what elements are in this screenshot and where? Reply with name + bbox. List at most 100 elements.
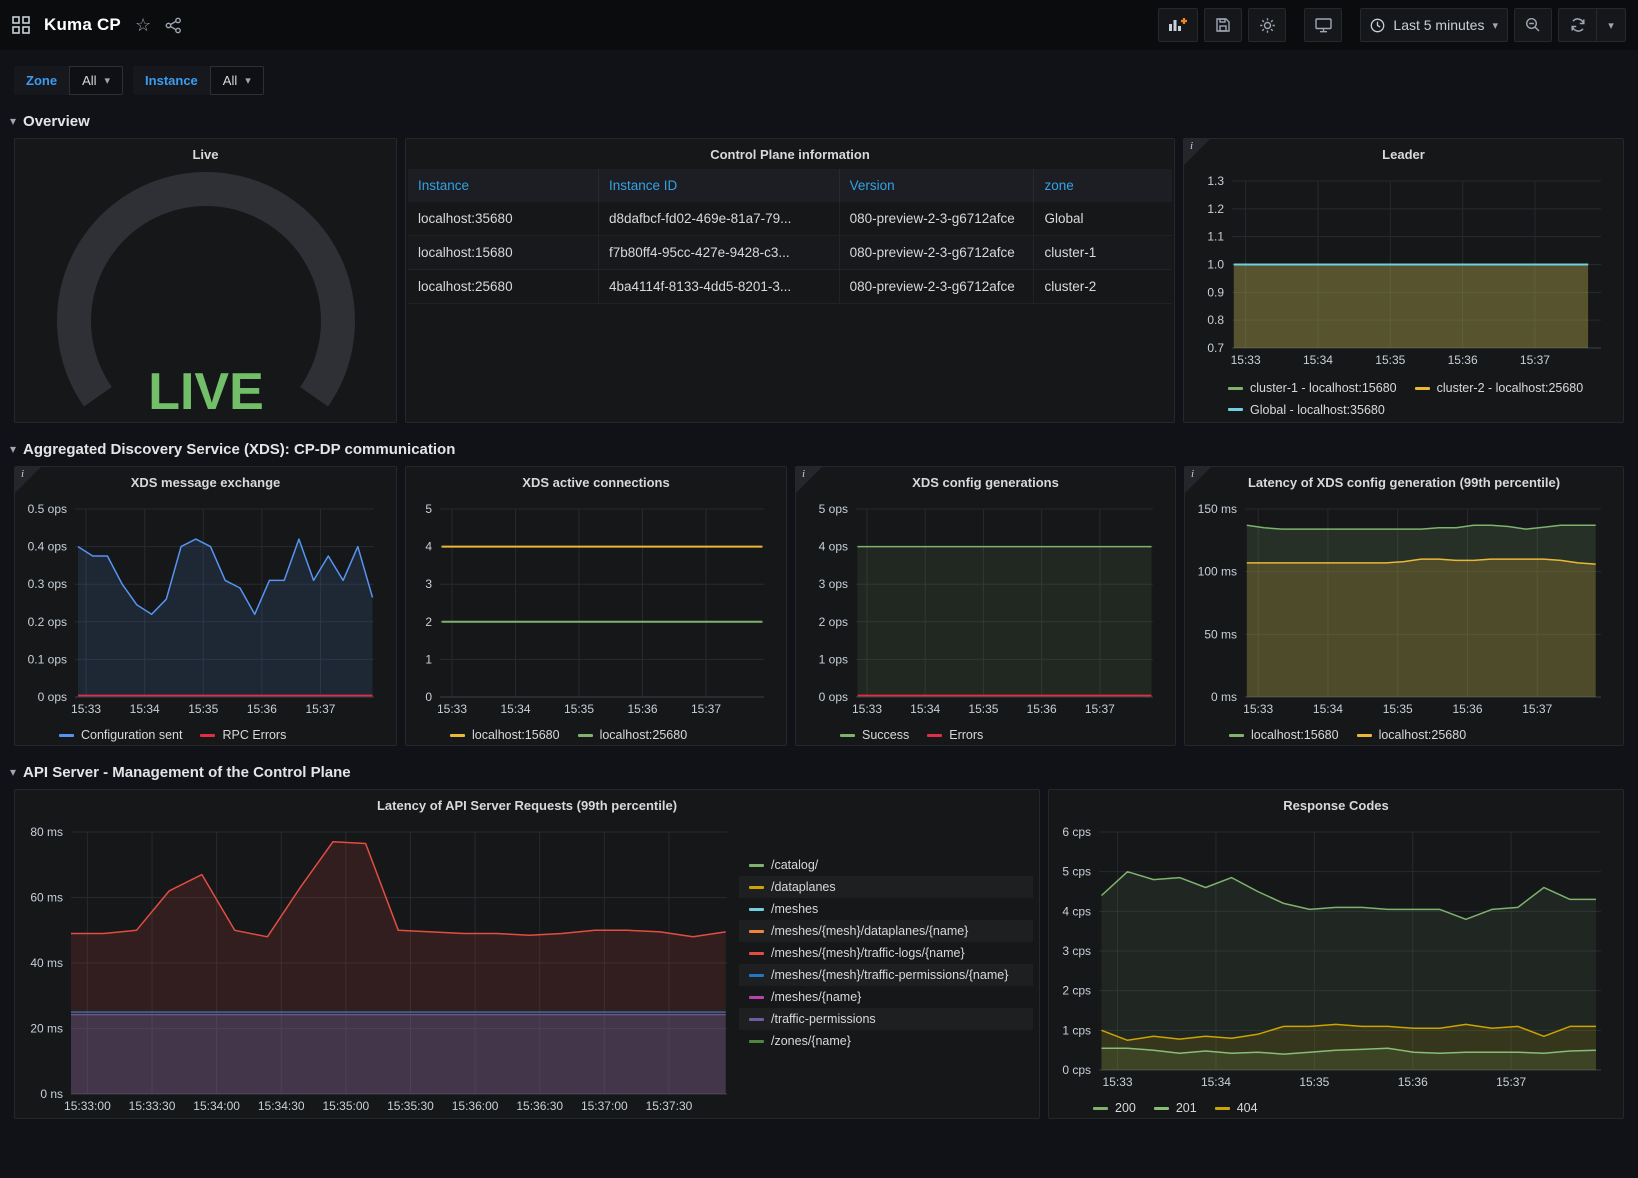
- xds-active-connections-chart[interactable]: 15:3315:3415:3515:3615:37543210: [408, 499, 780, 726]
- column-header[interactable]: Version: [840, 169, 1035, 202]
- legend-item[interactable]: localhost:15680: [1229, 728, 1339, 742]
- legend-item[interactable]: /meshes/{mesh}/dataplanes/{name}: [739, 920, 1033, 942]
- legend-series-label: /dataplanes: [771, 880, 836, 894]
- svg-text:15:34: 15:34: [910, 702, 940, 716]
- legend-series-label: Global - localhost:35680: [1250, 403, 1385, 417]
- refresh-interval-dropdown[interactable]: ▾: [1596, 8, 1626, 42]
- legend-item[interactable]: /catalog/: [739, 854, 1033, 876]
- star-icon[interactable]: ☆: [135, 15, 151, 36]
- column-header[interactable]: Instance ID: [599, 169, 840, 202]
- info-icon[interactable]: i: [1184, 139, 1210, 165]
- svg-text:0.5 ops: 0.5 ops: [28, 502, 67, 516]
- svg-text:15:35: 15:35: [1375, 353, 1405, 367]
- section-api-server[interactable]: ▾ API Server - Management of the Control…: [0, 756, 1638, 789]
- svg-text:1.2: 1.2: [1207, 202, 1224, 216]
- legend-item[interactable]: /zones/{name}: [739, 1030, 1033, 1052]
- panel-title-response-codes[interactable]: Response Codes: [1049, 790, 1623, 820]
- info-icon[interactable]: i: [796, 467, 822, 493]
- column-header[interactable]: zone: [1034, 169, 1172, 202]
- column-header[interactable]: Instance: [408, 169, 599, 202]
- legend-series-label: localhost:15680: [472, 728, 560, 742]
- legend-item[interactable]: Configuration sent: [59, 728, 182, 742]
- legend-item[interactable]: /meshes/{mesh}/traffic-permissions/{name…: [739, 964, 1033, 986]
- svg-text:0 ns: 0 ns: [40, 1087, 63, 1101]
- leader-chart[interactable]: 15:3315:3415:3515:3615:371.31.21.11.00.9…: [1186, 171, 1617, 377]
- legend-item[interactable]: localhost:25680: [1357, 728, 1467, 742]
- legend-item[interactable]: /meshes/{mesh}/traffic-logs/{name}: [739, 942, 1033, 964]
- legend-item[interactable]: RPC Errors: [200, 728, 286, 742]
- legend-series-label: localhost:25680: [600, 728, 688, 742]
- svg-text:15:36: 15:36: [1448, 353, 1478, 367]
- legend-item[interactable]: /meshes/{name}: [739, 986, 1033, 1008]
- info-icon[interactable]: i: [1185, 467, 1211, 493]
- svg-text:0 cps: 0 cps: [1062, 1063, 1091, 1077]
- table-row: localhost:35680d8dafbcf-fd02-469e-81a7-7…: [408, 202, 1172, 236]
- legend-series-label: /meshes/{mesh}/dataplanes/{name}: [771, 924, 968, 938]
- xds-config-generations-chart[interactable]: 15:3315:3415:3515:3615:375 ops4 ops3 ops…: [798, 499, 1169, 726]
- legend-item[interactable]: Errors: [927, 728, 983, 742]
- legend-item[interactable]: Global - localhost:35680: [1228, 403, 1385, 417]
- legend-series-label: Errors: [949, 728, 983, 742]
- panel-title-xds-msg[interactable]: XDS message exchange: [15, 467, 396, 497]
- legend-series-label: /meshes/{mesh}/traffic-logs/{name}: [771, 946, 965, 960]
- apps-grid-icon[interactable]: [12, 16, 30, 34]
- cycle-view-button[interactable]: [1304, 8, 1342, 42]
- panel-title-leader[interactable]: Leader: [1184, 139, 1623, 169]
- table-cell: 080-preview-2-3-g6712afce: [840, 202, 1035, 235]
- svg-text:15:37: 15:37: [1520, 353, 1550, 367]
- svg-text:15:33: 15:33: [71, 702, 101, 716]
- section-xds[interactable]: ▾ Aggregated Discovery Service (XDS): CP…: [0, 433, 1638, 466]
- legend-item[interactable]: cluster-1 - localhost:15680: [1228, 381, 1397, 395]
- legend-item[interactable]: 201: [1154, 1101, 1197, 1115]
- navbar: Kuma CP ☆: [0, 0, 1638, 50]
- save-dashboard-button[interactable]: [1204, 8, 1242, 42]
- xds-message-exchange-chart[interactable]: 15:3315:3415:3515:3615:370.5 ops0.4 ops0…: [17, 499, 390, 726]
- table-row: localhost:15680f7b80ff4-95cc-427e-9428-c…: [408, 236, 1172, 270]
- api-latency-chart[interactable]: 15:33:0015:33:3015:34:0015:34:3015:35:00…: [17, 822, 733, 1119]
- panel-title-xds-active[interactable]: XDS active connections: [406, 467, 786, 497]
- panel-title-xds-latency[interactable]: Latency of XDS config generation (99th p…: [1185, 467, 1623, 497]
- chevron-down-icon: ▾: [105, 74, 111, 87]
- legend-item[interactable]: localhost:25680: [578, 728, 688, 742]
- legend-item[interactable]: 404: [1215, 1101, 1258, 1115]
- legend-series-label: 201: [1176, 1101, 1197, 1115]
- variable-zone-value[interactable]: All▾: [69, 66, 123, 95]
- svg-text:15:33: 15:33: [852, 702, 882, 716]
- time-range-picker[interactable]: Last 5 minutes ▾: [1360, 8, 1508, 42]
- panel-api-latency: Latency of API Server Requests (99th per…: [14, 789, 1040, 1119]
- dashboard-title[interactable]: Kuma CP: [44, 15, 121, 35]
- variable-instance-value[interactable]: All▾: [210, 66, 264, 95]
- share-icon[interactable]: [165, 17, 182, 34]
- zoom-out-button[interactable]: [1514, 8, 1552, 42]
- legend-series-color: [450, 734, 465, 737]
- response-codes-chart[interactable]: 15:3315:3415:3515:3615:376 cps5 cps4 cps…: [1051, 822, 1617, 1099]
- refresh-button[interactable]: [1558, 8, 1596, 42]
- panel-title-xds-config[interactable]: XDS config generations: [796, 467, 1175, 497]
- leader-legend: cluster-1 - localhost:15680 cluster-2 - l…: [1184, 377, 1623, 423]
- legend-item[interactable]: localhost:15680: [450, 728, 560, 742]
- legend-item[interactable]: cluster-2 - localhost:25680: [1415, 381, 1584, 395]
- add-panel-button[interactable]: [1158, 8, 1198, 42]
- svg-text:4 ops: 4 ops: [819, 540, 848, 554]
- legend-item[interactable]: Success: [840, 728, 909, 742]
- panel-title-cp-info[interactable]: Control Plane information: [406, 139, 1174, 169]
- section-overview[interactable]: ▾ Overview: [0, 105, 1638, 138]
- legend-item[interactable]: /traffic-permissions: [739, 1008, 1033, 1030]
- panel-title-api-latency[interactable]: Latency of API Server Requests (99th per…: [15, 790, 1039, 820]
- control-plane-table: InstanceInstance IDVersionzonelocalhost:…: [408, 169, 1172, 422]
- svg-text:0.1 ops: 0.1 ops: [28, 652, 67, 666]
- legend-series-color: [749, 930, 764, 933]
- legend-item[interactable]: /meshes: [739, 898, 1033, 920]
- legend-item[interactable]: /dataplanes: [739, 876, 1033, 898]
- legend-item[interactable]: 200: [1093, 1101, 1136, 1115]
- legend-series-label: RPC Errors: [222, 728, 286, 742]
- svg-text:15:37:30: 15:37:30: [646, 1099, 693, 1113]
- legend-series-label: Success: [862, 728, 909, 742]
- svg-text:0 ops: 0 ops: [38, 690, 67, 704]
- info-icon[interactable]: i: [15, 467, 41, 493]
- table-cell: localhost:25680: [408, 270, 599, 303]
- panel-title-live[interactable]: Live: [15, 139, 396, 169]
- xds-latency-chart[interactable]: 15:3315:3415:3515:3615:37150 ms100 ms50 …: [1187, 499, 1617, 726]
- settings-button[interactable]: [1248, 8, 1286, 42]
- svg-text:15:37: 15:37: [1496, 1075, 1526, 1089]
